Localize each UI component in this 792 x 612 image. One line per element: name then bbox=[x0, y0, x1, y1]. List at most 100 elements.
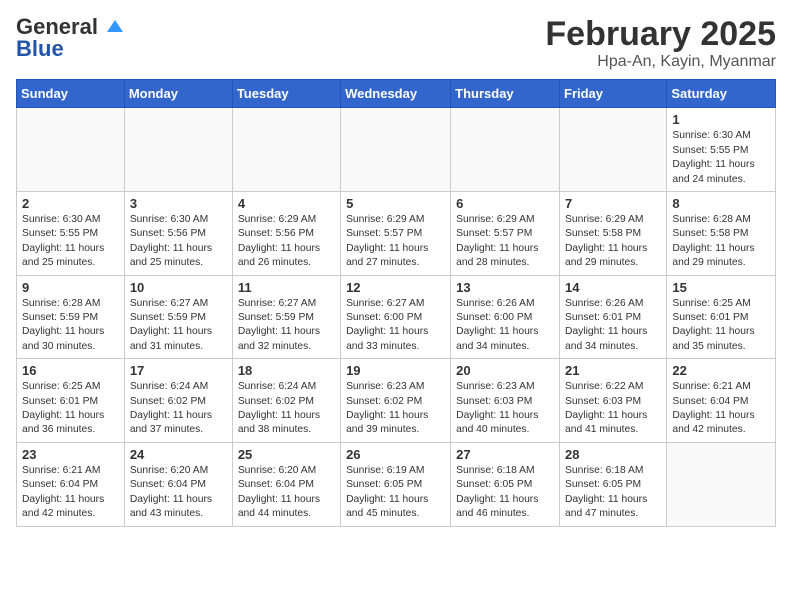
day-number: 15 bbox=[672, 280, 770, 295]
day-cell: 14Sunrise: 6:26 AM Sunset: 6:01 PM Dayli… bbox=[560, 275, 667, 359]
day-number: 20 bbox=[456, 363, 554, 378]
logo-text: General bbox=[16, 16, 125, 38]
day-info: Sunrise: 6:28 AM Sunset: 5:59 PM Dayligh… bbox=[22, 297, 119, 355]
day-cell bbox=[667, 442, 776, 526]
day-cell bbox=[451, 108, 560, 192]
day-info: Sunrise: 6:23 AM Sunset: 6:03 PM Dayligh… bbox=[456, 380, 554, 438]
day-info: Sunrise: 6:18 AM Sunset: 6:05 PM Dayligh… bbox=[456, 464, 554, 522]
day-info: Sunrise: 6:18 AM Sunset: 6:05 PM Dayligh… bbox=[565, 464, 661, 522]
week-row-5: 23 Sunrise: 6:21 AM Sunset: 6:04 PM Dayli… bbox=[17, 442, 776, 526]
day-cell: 26 Sunrise: 6:19 AM Sunset: 6:05 PM Dayli… bbox=[341, 442, 451, 526]
day-info: Sunrise: 6:26 AM Sunset: 6:01 PM Dayligh… bbox=[565, 297, 661, 355]
day-info: Sunrise: 6:26 AM Sunset: 6:00 PM Dayligh… bbox=[456, 297, 554, 355]
day-cell: 1 Sunrise: 6:30 AM Sunset: 5:55 PM Daylig… bbox=[667, 108, 776, 192]
day-info: Sunrise: 6:24 AM Sunset: 6:02 PM Dayligh… bbox=[130, 380, 227, 438]
day-number: 3 bbox=[130, 196, 227, 211]
week-row-3: 9 Sunrise: 6:28 AM Sunset: 5:59 PM Daylig… bbox=[17, 275, 776, 359]
day-info: Sunrise: 6:21 AM Sunset: 6:04 PM Dayligh… bbox=[672, 380, 770, 438]
day-cell: 13 Sunrise: 6:26 AM Sunset: 6:00 PM Dayli… bbox=[451, 275, 560, 359]
day-info: Sunrise: 6:25 AM Sunset: 6:01 PM Dayligh… bbox=[672, 297, 770, 355]
day-info: Sunrise: 6:29 AM Sunset: 5:56 PM Dayligh… bbox=[238, 213, 335, 271]
day-info: Sunrise: 6:20 AM Sunset: 6:04 PM Dayligh… bbox=[238, 464, 335, 522]
weekday-header-row: SundayMondayTuesdayWednesdayThursdayFrid… bbox=[17, 80, 776, 108]
day-info: Sunrise: 6:25 AM Sunset: 6:01 PM Dayligh… bbox=[22, 380, 119, 438]
day-info: Sunrise: 6:19 AM Sunset: 6:05 PM Dayligh… bbox=[346, 464, 445, 522]
day-number: 27 bbox=[456, 447, 554, 462]
day-number: 12 bbox=[346, 280, 445, 295]
day-number: 23 bbox=[22, 447, 119, 462]
day-number: 5 bbox=[346, 196, 445, 211]
day-cell: 5 Sunrise: 6:29 AM Sunset: 5:57 PM Daylig… bbox=[341, 192, 451, 276]
day-number: 25 bbox=[238, 447, 335, 462]
day-cell: 22 Sunrise: 6:21 AM Sunset: 6:04 PM Dayli… bbox=[667, 359, 776, 443]
day-number: 1 bbox=[672, 112, 770, 127]
day-cell: 28Sunrise: 6:18 AM Sunset: 6:05 PM Dayli… bbox=[560, 442, 667, 526]
day-info: Sunrise: 6:27 AM Sunset: 5:59 PM Dayligh… bbox=[238, 297, 335, 355]
header: General Blue February 2025 Hpa-An, Kayin… bbox=[16, 16, 776, 71]
weekday-header-thursday: Thursday bbox=[451, 80, 560, 108]
day-cell: 3 Sunrise: 6:30 AM Sunset: 5:56 PM Daylig… bbox=[124, 192, 232, 276]
day-cell: 17Sunrise: 6:24 AM Sunset: 6:02 PM Dayli… bbox=[124, 359, 232, 443]
day-number: 21 bbox=[565, 363, 661, 378]
day-cell: 19 Sunrise: 6:23 AM Sunset: 6:02 PM Dayli… bbox=[341, 359, 451, 443]
day-number: 6 bbox=[456, 196, 554, 211]
day-cell: 27 Sunrise: 6:18 AM Sunset: 6:05 PM Dayli… bbox=[451, 442, 560, 526]
weekday-header-tuesday: Tuesday bbox=[232, 80, 340, 108]
day-cell: 20 Sunrise: 6:23 AM Sunset: 6:03 PM Dayli… bbox=[451, 359, 560, 443]
day-cell: 10Sunrise: 6:27 AM Sunset: 5:59 PM Dayli… bbox=[124, 275, 232, 359]
day-info: Sunrise: 6:20 AM Sunset: 6:04 PM Dayligh… bbox=[130, 464, 227, 522]
day-number: 16 bbox=[22, 363, 119, 378]
week-row-1: 1 Sunrise: 6:30 AM Sunset: 5:55 PM Daylig… bbox=[17, 108, 776, 192]
day-number: 24 bbox=[130, 447, 227, 462]
day-cell bbox=[17, 108, 125, 192]
day-cell: 8Sunrise: 6:28 AM Sunset: 5:58 PM Daylig… bbox=[667, 192, 776, 276]
day-number: 26 bbox=[346, 447, 445, 462]
day-number: 8 bbox=[672, 196, 770, 211]
day-number: 10 bbox=[130, 280, 227, 295]
logo-blue: Blue bbox=[16, 36, 64, 62]
week-row-4: 16 Sunrise: 6:25 AM Sunset: 6:01 PM Dayli… bbox=[17, 359, 776, 443]
calendar: SundayMondayTuesdayWednesdayThursdayFrid… bbox=[16, 79, 776, 526]
day-info: Sunrise: 6:27 AM Sunset: 6:00 PM Dayligh… bbox=[346, 297, 445, 355]
day-cell: 15 Sunrise: 6:25 AM Sunset: 6:01 PM Dayli… bbox=[667, 275, 776, 359]
weekday-header-friday: Friday bbox=[560, 80, 667, 108]
month-title: February 2025 bbox=[545, 16, 776, 53]
day-info: Sunrise: 6:24 AM Sunset: 6:02 PM Dayligh… bbox=[238, 380, 335, 438]
day-cell: 12 Sunrise: 6:27 AM Sunset: 6:00 PM Dayli… bbox=[341, 275, 451, 359]
day-info: Sunrise: 6:21 AM Sunset: 6:04 PM Dayligh… bbox=[22, 464, 119, 522]
day-cell: 24 Sunrise: 6:20 AM Sunset: 6:04 PM Dayli… bbox=[124, 442, 232, 526]
day-number: 4 bbox=[238, 196, 335, 211]
day-cell: 11 Sunrise: 6:27 AM Sunset: 5:59 PM Dayli… bbox=[232, 275, 340, 359]
day-number: 11 bbox=[238, 280, 335, 295]
day-number: 7 bbox=[565, 196, 661, 211]
day-info: Sunrise: 6:30 AM Sunset: 5:56 PM Dayligh… bbox=[130, 213, 227, 271]
day-number: 22 bbox=[672, 363, 770, 378]
day-info: Sunrise: 6:29 AM Sunset: 5:57 PM Dayligh… bbox=[456, 213, 554, 271]
day-info: Sunrise: 6:30 AM Sunset: 5:55 PM Dayligh… bbox=[672, 129, 770, 187]
day-cell: 21 Sunrise: 6:22 AM Sunset: 6:03 PM Dayli… bbox=[560, 359, 667, 443]
day-cell: 9 Sunrise: 6:28 AM Sunset: 5:59 PM Daylig… bbox=[17, 275, 125, 359]
title-section: February 2025 Hpa-An, Kayin, Myanmar bbox=[545, 16, 776, 71]
day-number: 13 bbox=[456, 280, 554, 295]
day-number: 2 bbox=[22, 196, 119, 211]
location-title: Hpa-An, Kayin, Myanmar bbox=[545, 53, 776, 71]
day-cell: 16 Sunrise: 6:25 AM Sunset: 6:01 PM Dayli… bbox=[17, 359, 125, 443]
day-info: Sunrise: 6:22 AM Sunset: 6:03 PM Dayligh… bbox=[565, 380, 661, 438]
day-cell: 25 Sunrise: 6:20 AM Sunset: 6:04 PM Dayli… bbox=[232, 442, 340, 526]
day-cell: 18Sunrise: 6:24 AM Sunset: 6:02 PM Dayli… bbox=[232, 359, 340, 443]
day-number: 19 bbox=[346, 363, 445, 378]
day-info: Sunrise: 6:23 AM Sunset: 6:02 PM Dayligh… bbox=[346, 380, 445, 438]
day-cell: 4 Sunrise: 6:29 AM Sunset: 5:56 PM Daylig… bbox=[232, 192, 340, 276]
day-info: Sunrise: 6:29 AM Sunset: 5:57 PM Dayligh… bbox=[346, 213, 445, 271]
day-info: Sunrise: 6:30 AM Sunset: 5:55 PM Dayligh… bbox=[22, 213, 119, 271]
day-info: Sunrise: 6:29 AM Sunset: 5:58 PM Dayligh… bbox=[565, 213, 661, 271]
weekday-header-saturday: Saturday bbox=[667, 80, 776, 108]
day-cell: 2 Sunrise: 6:30 AM Sunset: 5:55 PM Daylig… bbox=[17, 192, 125, 276]
logo: General Blue bbox=[16, 16, 125, 62]
day-cell: 6 Sunrise: 6:29 AM Sunset: 5:57 PM Daylig… bbox=[451, 192, 560, 276]
day-cell bbox=[232, 108, 340, 192]
day-number: 9 bbox=[22, 280, 119, 295]
weekday-header-sunday: Sunday bbox=[17, 80, 125, 108]
weekday-header-monday: Monday bbox=[124, 80, 232, 108]
day-cell bbox=[341, 108, 451, 192]
